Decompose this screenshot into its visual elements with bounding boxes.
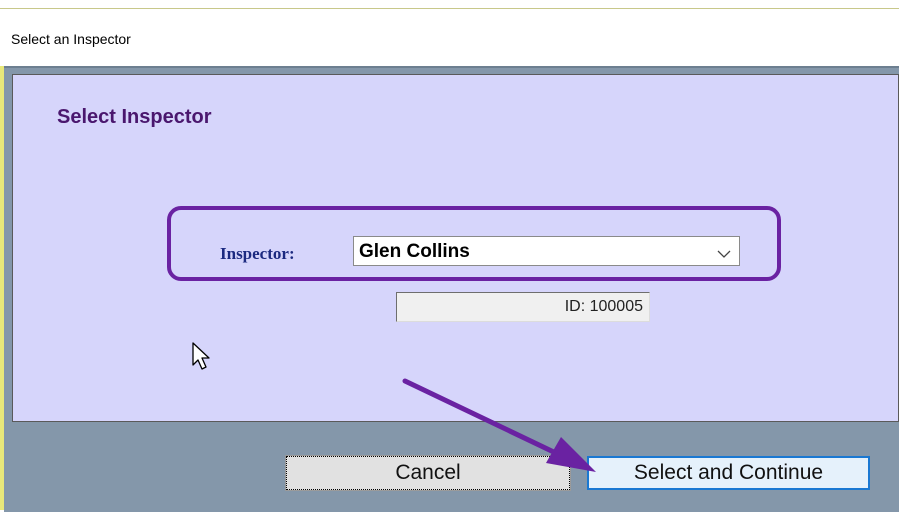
chevron-down-icon[interactable] [717, 246, 731, 264]
inspector-id-field: ID: 100005 [396, 292, 650, 322]
inspector-dropdown[interactable]: Glen Collins [353, 236, 740, 266]
select-and-continue-button[interactable]: Select and Continue [587, 456, 870, 490]
mouse-pointer-icon [191, 341, 213, 376]
inspector-id-text: ID: 100005 [564, 298, 643, 315]
window-title: Select an Inspector [11, 31, 131, 47]
content-panel: Select Inspector Inspector: Glen Collins… [12, 74, 899, 422]
inspector-selected-value: Glen Collins [359, 241, 470, 262]
panel-heading: Select Inspector [57, 106, 212, 128]
inspector-label: Inspector: [220, 244, 295, 263]
cancel-button[interactable]: Cancel [285, 455, 571, 491]
top-divider [0, 8, 899, 9]
